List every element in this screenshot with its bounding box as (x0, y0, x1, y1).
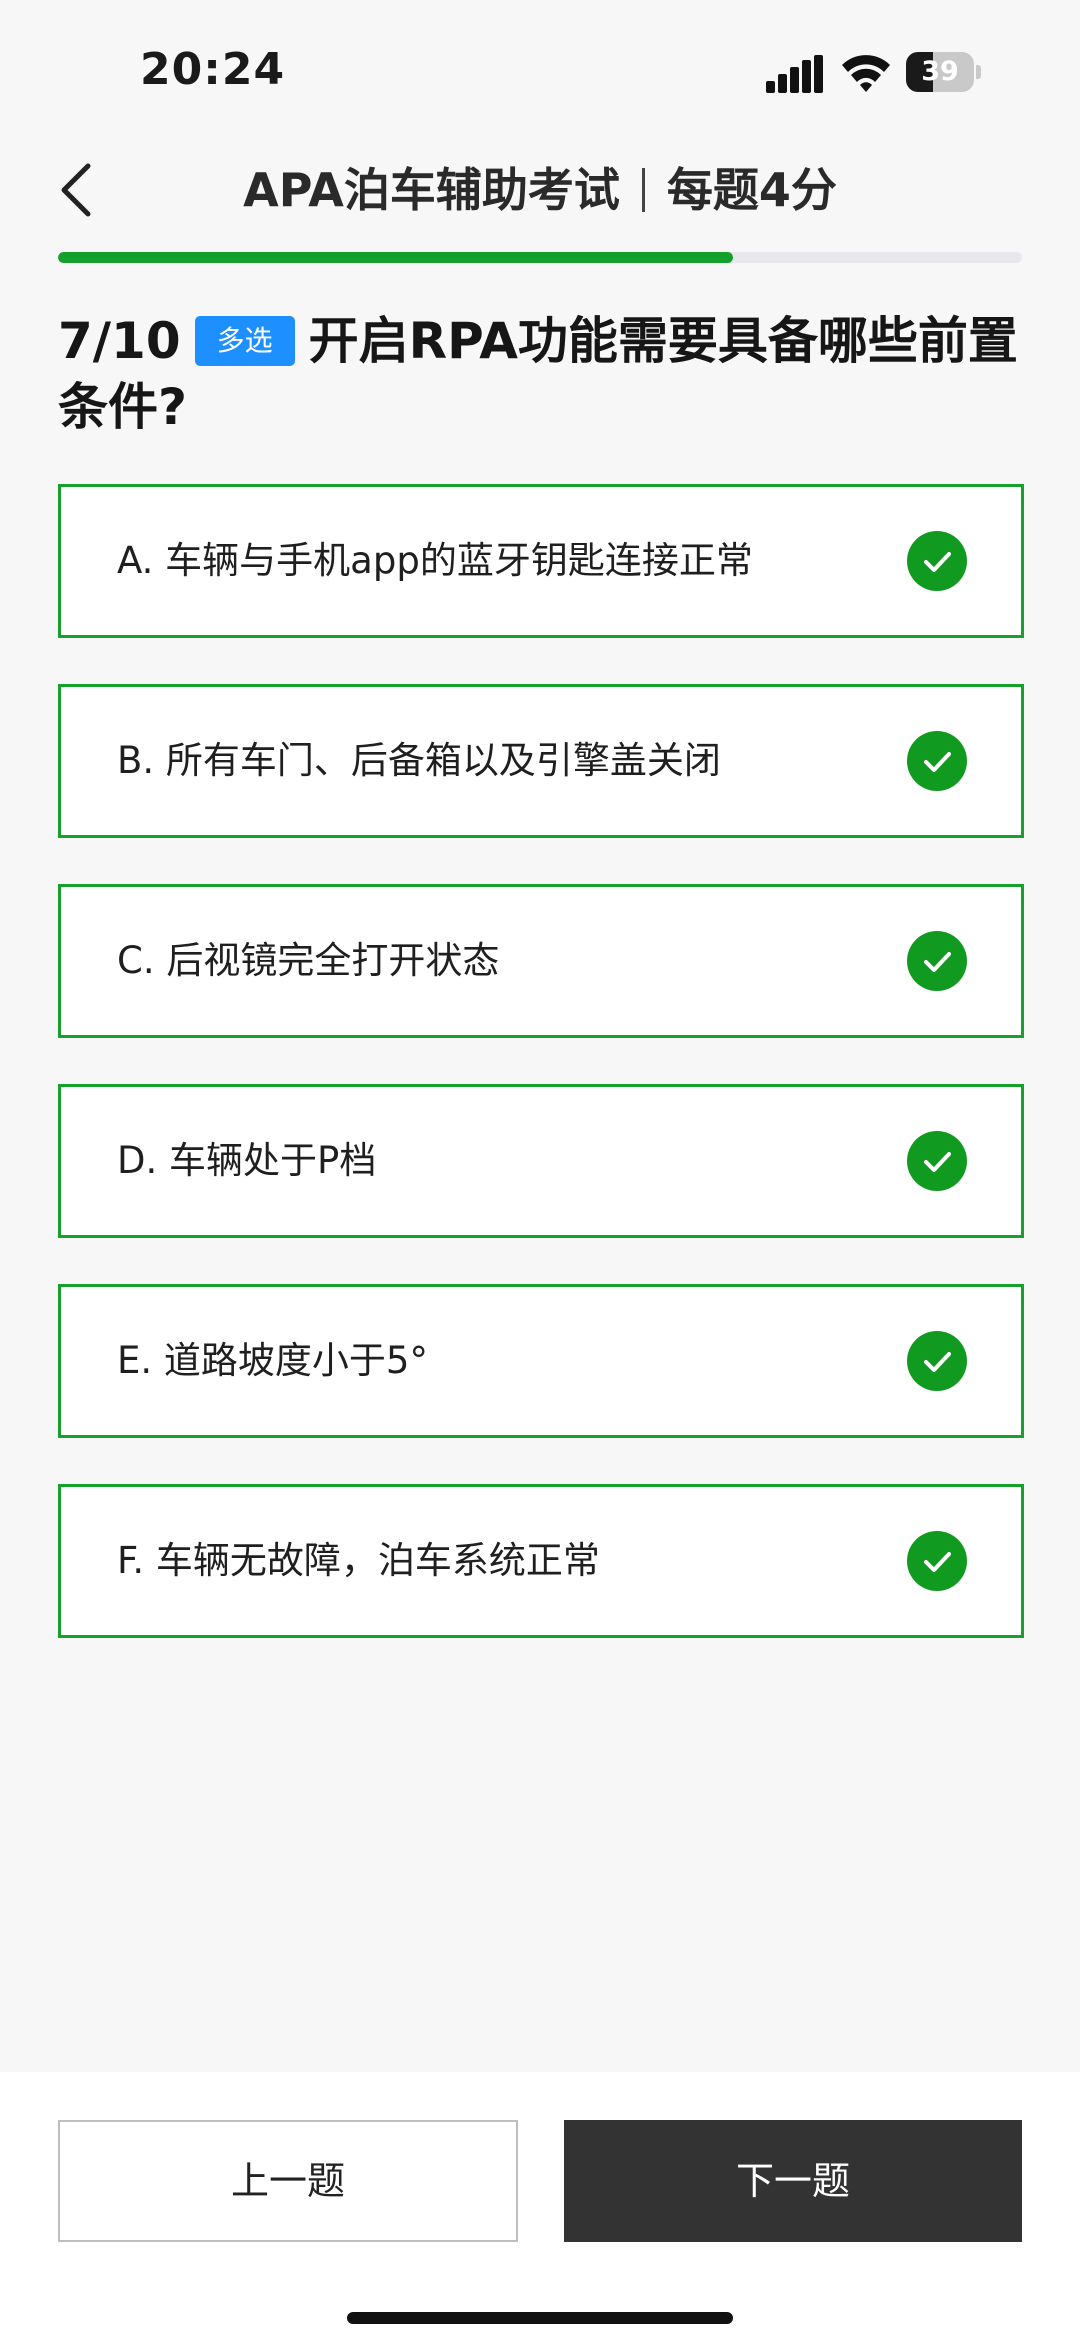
check-circle-icon (907, 731, 967, 791)
option-d[interactable]: D. 车辆处于P档 (58, 1084, 1024, 1238)
next-question-button[interactable]: 下一题 (564, 2120, 1022, 2242)
battery-icon: 39 (906, 52, 982, 92)
status-bar: 20:24 39 (0, 0, 1080, 140)
signal-icon (766, 55, 823, 93)
option-c[interactable]: C. 后视镜完全打开状态 (58, 884, 1024, 1038)
option-label: D. 车辆处于P档 (117, 1139, 377, 1182)
progress-bar (58, 252, 1022, 263)
header: APA泊车辅助考试 每题4分 (0, 140, 1080, 240)
check-circle-icon (907, 931, 967, 991)
check-circle-icon (907, 1331, 967, 1391)
check-circle-icon (907, 1531, 967, 1591)
check-circle-icon (907, 1131, 967, 1191)
question-type-tag: 多选 (194, 316, 295, 366)
home-indicator[interactable] (347, 2312, 733, 2324)
check-circle-icon (907, 531, 967, 591)
battery-level: 39 (921, 56, 959, 87)
option-f[interactable]: F. 车辆无故障，泊车系统正常 (58, 1484, 1024, 1638)
wifi-icon (842, 55, 890, 92)
page-title-main: APA泊车辅助考试 (243, 163, 620, 217)
option-e[interactable]: E. 道路坡度小于5° (58, 1284, 1024, 1438)
option-b[interactable]: B. 所有车门、后备箱以及引擎盖关闭 (58, 684, 1024, 838)
option-label: F. 车辆无故障，泊车系统正常 (117, 1539, 600, 1582)
question-number: 7/10 (58, 312, 181, 370)
title-divider (641, 168, 645, 212)
option-a[interactable]: A. 车辆与手机app的蓝牙钥匙连接正常 (58, 484, 1024, 638)
question-text: 7/10 多选 开启RPA功能需要具备哪些前置条件? (58, 308, 1018, 440)
previous-question-button[interactable]: 上一题 (58, 2120, 518, 2242)
page-title-sub: 每题4分 (666, 163, 837, 217)
status-time: 20:24 (140, 44, 286, 95)
page-title: APA泊车辅助考试 每题4分 (0, 140, 1080, 240)
progress-fill (58, 252, 733, 263)
bottom-bar: 上一题 下一题 (0, 2072, 1080, 2341)
option-label: E. 道路坡度小于5° (117, 1339, 428, 1382)
option-label: B. 所有车门、后备箱以及引擎盖关闭 (117, 739, 721, 782)
option-label: C. 后视镜完全打开状态 (117, 939, 500, 982)
option-label: A. 车辆与手机app的蓝牙钥匙连接正常 (117, 539, 753, 582)
